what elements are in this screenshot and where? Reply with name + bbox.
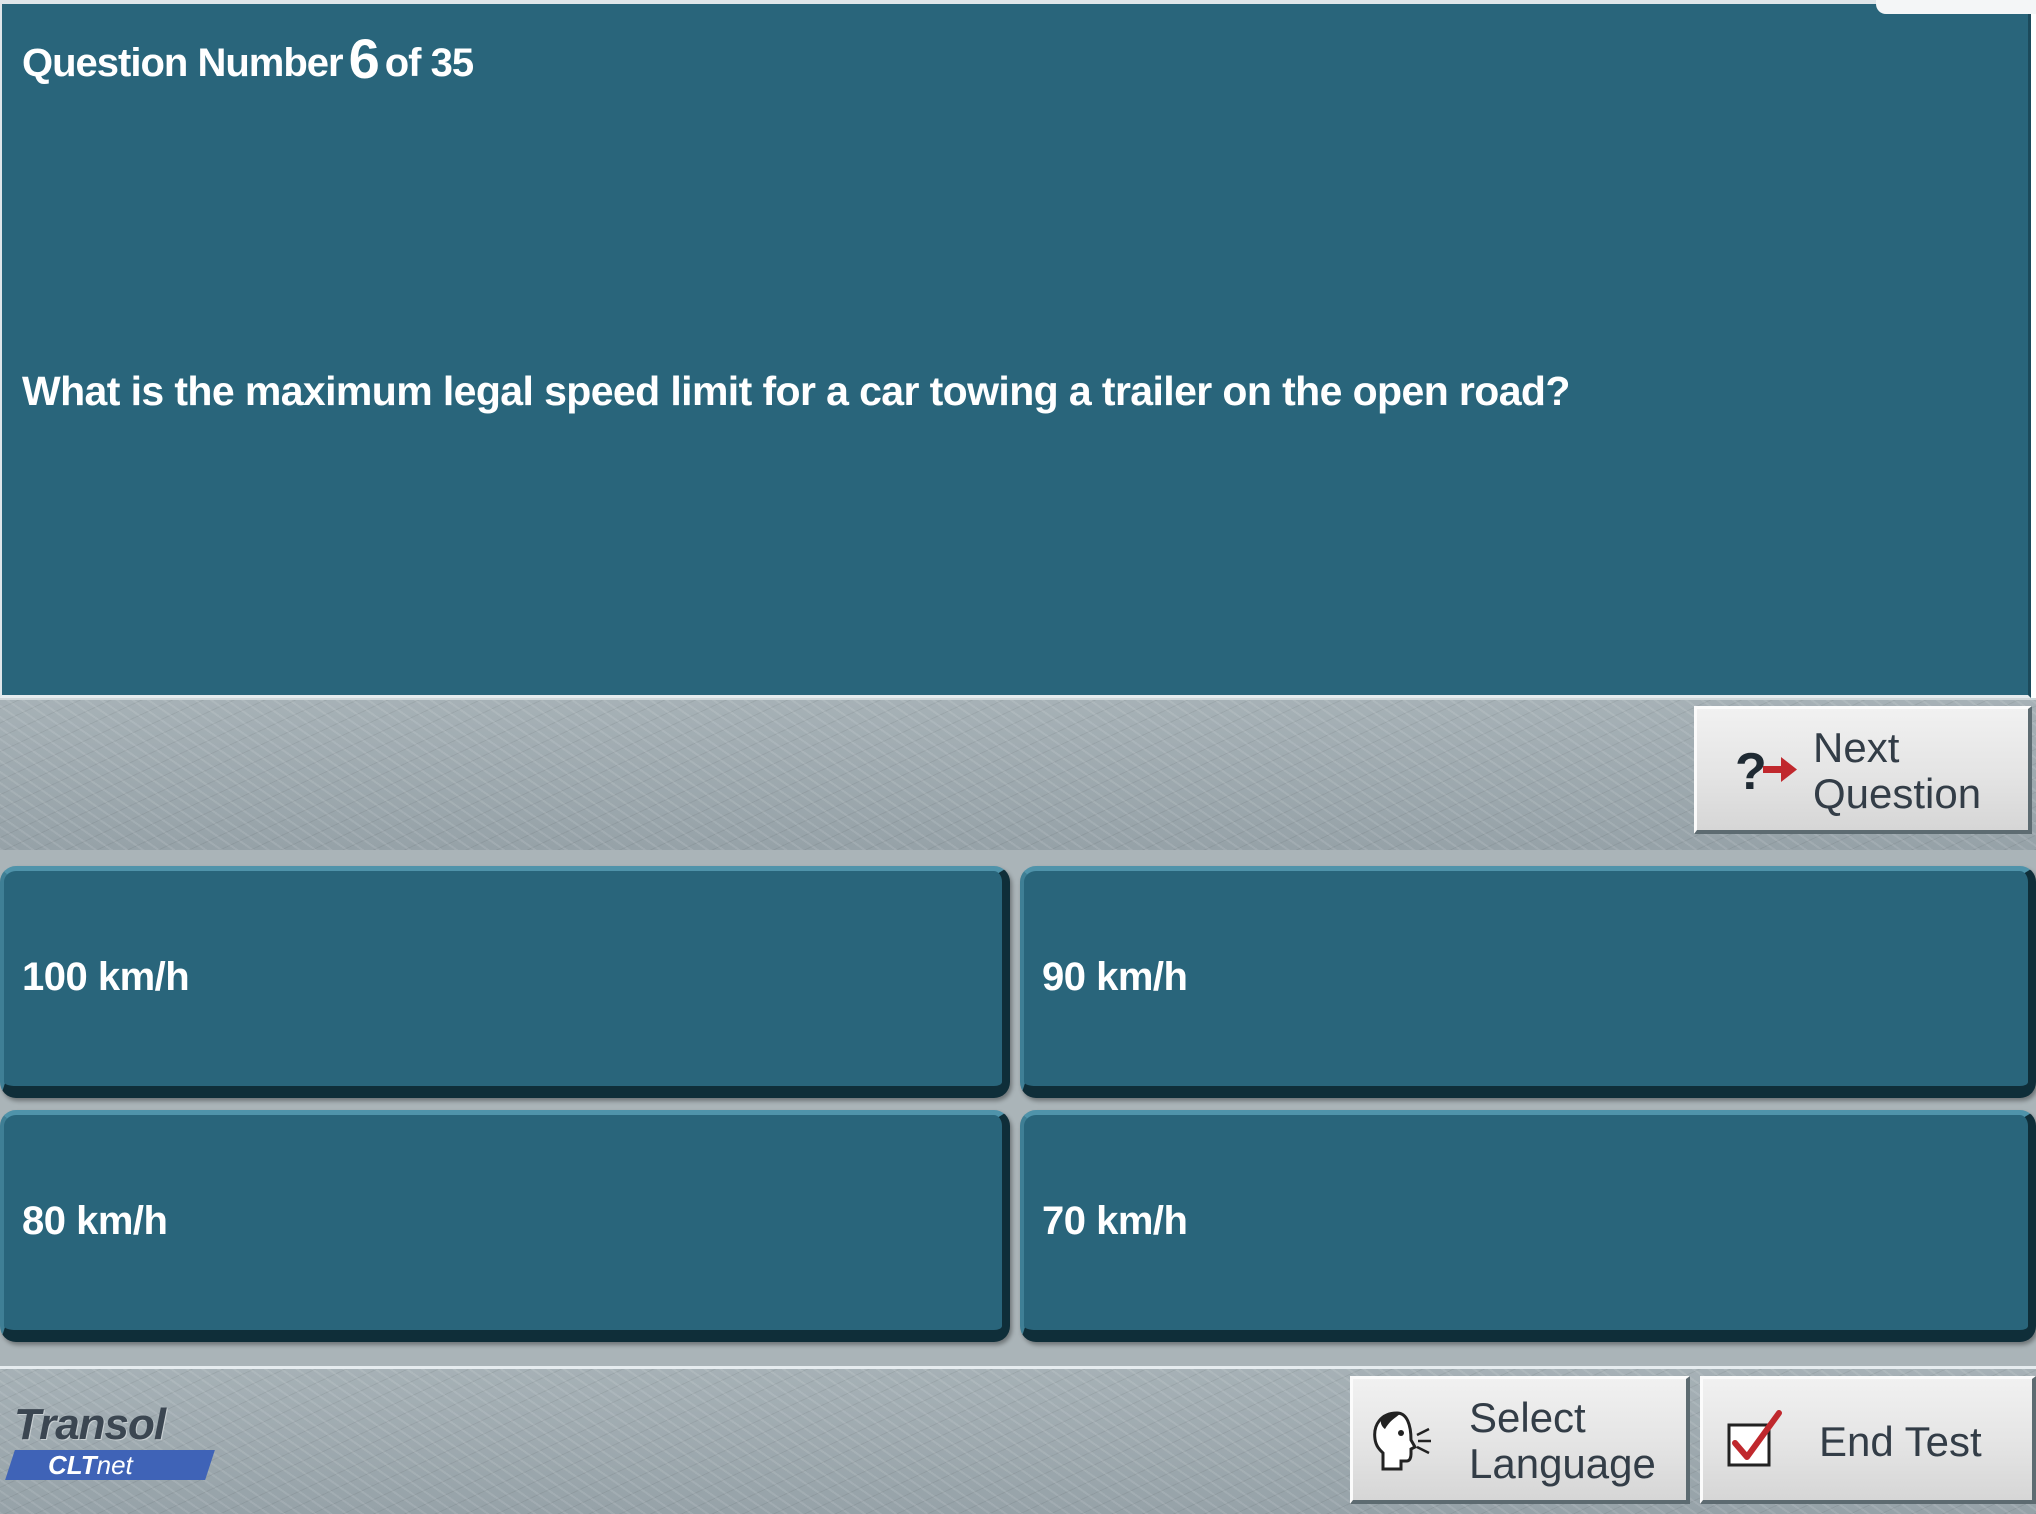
select-language-button[interactable]: Select Language xyxy=(1350,1376,1690,1504)
select-language-label: Select Language xyxy=(1469,1395,1689,1487)
next-question-label-line2: Question xyxy=(1813,770,1982,817)
answer-option-a-label: 100 km/h xyxy=(22,955,190,999)
end-test-label: End Test xyxy=(1819,1418,1982,1465)
next-question-label: Next Question xyxy=(1813,725,2023,817)
answer-option-b[interactable]: 90 km/h xyxy=(1020,866,2036,1098)
next-question-label-line1: Next xyxy=(1813,724,1900,771)
logo-product: CLTnet xyxy=(48,1450,133,1481)
answer-option-d[interactable]: 70 km/h xyxy=(1020,1110,2036,1342)
logo-product-suffix: net xyxy=(96,1450,133,1480)
answer-option-c[interactable]: 80 km/h xyxy=(0,1110,1010,1342)
question-current-number: 6 xyxy=(348,27,380,90)
speaking-head-icon xyxy=(1373,1411,1431,1471)
svg-text:?: ? xyxy=(1735,743,1767,799)
answer-option-d-label: 70 km/h xyxy=(1042,1199,1188,1243)
question-text: What is the maximum legal speed limit fo… xyxy=(22,368,1570,414)
select-language-label-line1: Select xyxy=(1469,1394,1586,1441)
answer-option-a[interactable]: 100 km/h xyxy=(0,866,1010,1098)
question-counter: Question Number 6 of 35 xyxy=(22,26,474,91)
question-arrow-icon: ? xyxy=(1735,743,1797,799)
logo-product-name: CLT xyxy=(48,1450,97,1480)
select-language-label-line2: Language xyxy=(1469,1440,1656,1487)
next-question-button[interactable]: ? Next Question xyxy=(1694,706,2032,834)
question-counter-prefix: Question Number xyxy=(22,41,344,85)
question-counter-suffix: of 35 xyxy=(384,41,474,85)
window-corner xyxy=(1876,0,2036,14)
logo-brand: Transol xyxy=(14,1400,166,1449)
answer-option-b-label: 90 km/h xyxy=(1042,955,1188,999)
answer-option-c-label: 80 km/h xyxy=(22,1199,168,1243)
end-test-button[interactable]: End Test xyxy=(1700,1376,2036,1504)
test-window: Question Number 6 of 35 What is the maximu… xyxy=(0,0,2036,1514)
question-panel: Question Number 6 of 35 What is the maximu… xyxy=(0,0,2031,698)
checkmark-box-icon xyxy=(1727,1410,1782,1467)
transol-logo: Transol CLTnet xyxy=(5,1398,220,1488)
